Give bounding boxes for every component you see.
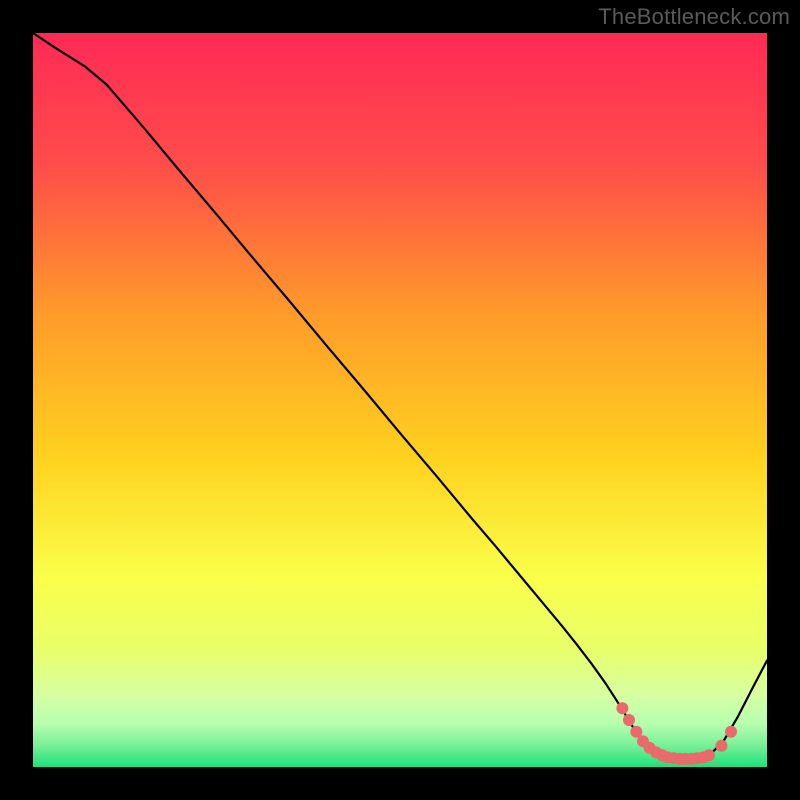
marker-dot bbox=[725, 726, 737, 738]
watermark-text: TheBottleneck.com bbox=[598, 4, 790, 30]
marker-dot bbox=[703, 749, 715, 761]
marker-dot bbox=[623, 714, 635, 726]
marker-dot bbox=[616, 702, 628, 714]
marker-dot bbox=[715, 740, 727, 752]
bottleneck-chart bbox=[0, 0, 800, 800]
plot-background bbox=[33, 33, 767, 767]
chart-container: TheBottleneck.com bbox=[0, 0, 800, 800]
